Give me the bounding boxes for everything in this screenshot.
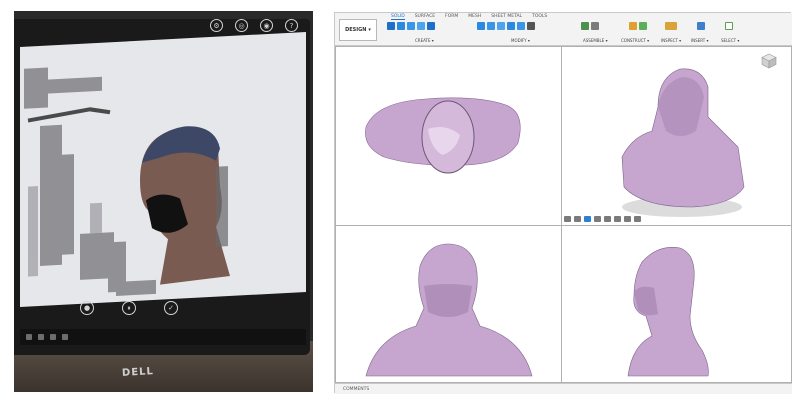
tab-surface[interactable]: SURFACE [415, 14, 435, 20]
comments-bar[interactable]: COMMENTS [335, 383, 792, 394]
insert-image-icon[interactable] [697, 22, 705, 30]
extrude-icon[interactable] [397, 22, 405, 30]
point-cloud-scan [24, 67, 230, 296]
insert-tools [697, 22, 705, 30]
target-icon[interactable]: ◉ [260, 19, 273, 32]
view-icon[interactable]: ◎ [235, 19, 248, 32]
viewport-side[interactable] [561, 225, 792, 383]
start-icon[interactable] [26, 334, 32, 340]
modify-tools [477, 22, 535, 30]
toolbar-ribbon: DESIGN ▾ SOLID SURFACE FORM MESH SHEET M… [335, 13, 792, 46]
pause-icon[interactable]: ⏸ [122, 301, 136, 315]
look-at-icon[interactable] [574, 216, 581, 222]
taskbar-app-icon[interactable] [50, 334, 56, 340]
box-icon[interactable] [427, 22, 435, 30]
measure-icon[interactable] [665, 22, 677, 30]
chamfer-icon[interactable] [497, 22, 505, 30]
construct-tools [629, 22, 647, 30]
composite-figure: ⚙ ◎ ◉ ? ● ⏸ ✓ DELL DESIGN ▾ SOLID SURFAC… [0, 0, 800, 409]
tab-tools[interactable]: TOOLS [532, 14, 547, 20]
inspect-group-label[interactable]: INSPECT ▾ [661, 38, 681, 43]
viewcube-icon[interactable] [761, 53, 777, 69]
create-group-label[interactable]: CREATE ▾ [415, 38, 434, 43]
inspect-tools [665, 22, 677, 30]
assemble-group-label[interactable]: ASSEMBLE ▾ [583, 38, 608, 43]
ribbon-tabs: SOLID SURFACE FORM MESH SHEET METAL TOOL… [391, 14, 547, 20]
point-cloud-patch [60, 154, 74, 255]
mesh-side-view [627, 247, 709, 377]
construct-group-label[interactable]: CONSTRUCT ▾ [621, 38, 649, 43]
create-tools [387, 22, 435, 30]
joint-icon[interactable] [591, 22, 599, 30]
zoom-icon[interactable] [594, 216, 601, 222]
viewports-icon[interactable] [634, 216, 641, 222]
scan-viewport [20, 32, 306, 307]
record-icon[interactable]: ● [80, 301, 94, 315]
point-cloud-patch [40, 124, 62, 266]
point-cloud-patch [116, 279, 156, 296]
fusion-window: DESIGN ▾ SOLID SURFACE FORM MESH SHEET M… [334, 12, 792, 394]
assemble-tools [581, 22, 599, 30]
press-pull-icon[interactable] [477, 22, 485, 30]
shell-icon[interactable] [507, 22, 515, 30]
tab-mesh[interactable]: MESH [468, 14, 481, 20]
scanner-bottom-controls: ● ⏸ ✓ [80, 301, 178, 315]
offset-plane-icon[interactable] [629, 22, 637, 30]
comments-label: COMMENTS [343, 386, 370, 392]
windows-taskbar [20, 329, 306, 345]
scan-arm [27, 107, 111, 123]
new-sketch-icon[interactable] [387, 22, 395, 30]
viewport-top[interactable] [335, 46, 562, 226]
point-cloud-patch [216, 166, 228, 247]
combine-icon[interactable] [517, 22, 525, 30]
orbit-icon[interactable] [564, 216, 571, 222]
construct-plane-icon[interactable] [639, 22, 647, 30]
fillet-icon[interactable] [487, 22, 495, 30]
revolve-icon[interactable] [407, 22, 415, 30]
taskbar-app-icon[interactable] [62, 334, 68, 340]
select-tools [725, 22, 733, 30]
viewport-perspective[interactable] [561, 46, 792, 226]
workspace-dropdown[interactable]: DESIGN ▾ [339, 19, 377, 41]
finish-icon[interactable]: ✓ [164, 301, 178, 315]
chevron-down-icon: ▾ [368, 27, 371, 33]
scanner-toolbar: ⚙ ◎ ◉ ? [210, 19, 298, 32]
point-cloud-patch [28, 186, 38, 277]
help-icon[interactable]: ? [285, 19, 298, 32]
tab-form[interactable]: FORM [445, 14, 458, 20]
workspace-label: DESIGN [345, 27, 367, 33]
point-cloud-patch [42, 76, 102, 94]
mesh-perspective-view [621, 68, 745, 217]
viewport-front[interactable] [335, 225, 562, 383]
mesh-front-view [365, 243, 533, 377]
select-group-label[interactable]: SELECT ▾ [721, 38, 739, 43]
monitor-brand-logo: DELL [121, 366, 155, 379]
move-icon[interactable] [527, 22, 535, 30]
insert-group-label[interactable]: INSERT ▾ [691, 38, 708, 43]
mesh-face-mask [424, 284, 472, 317]
navigation-bar [564, 216, 641, 222]
taskbar-app-icon[interactable] [38, 334, 44, 340]
tab-sheet-metal[interactable]: SHEET METAL [491, 14, 522, 20]
sweep-icon[interactable] [417, 22, 425, 30]
new-component-icon[interactable] [581, 22, 589, 30]
modify-group-label[interactable]: MODIFY ▾ [511, 38, 530, 43]
display-settings-icon[interactable] [614, 216, 621, 222]
tab-solid[interactable]: SOLID [391, 14, 405, 20]
fit-icon[interactable] [604, 216, 611, 222]
mesh-top-view [365, 97, 521, 174]
scanner-photo: ⚙ ◎ ◉ ? ● ⏸ ✓ DELL [14, 11, 313, 392]
point-cloud-patch [90, 202, 102, 234]
pan-icon[interactable] [584, 216, 591, 222]
select-icon[interactable] [725, 22, 733, 30]
settings-icon[interactable]: ⚙ [210, 19, 223, 32]
grid-settings-icon[interactable] [624, 216, 631, 222]
